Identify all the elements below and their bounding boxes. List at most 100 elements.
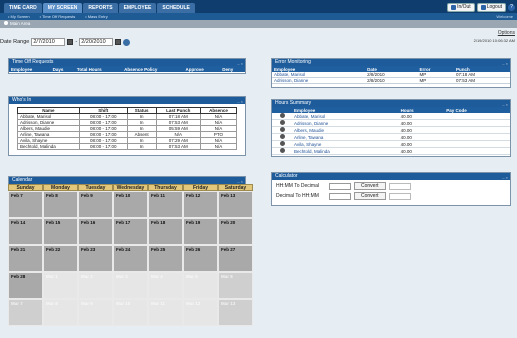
panel-title: Calculator bbox=[275, 173, 298, 179]
cell: 40.00 bbox=[398, 126, 445, 134]
subnav-time-off-requests[interactable]: • Time Off Requests bbox=[40, 14, 76, 19]
top-buttons: In/Out Logout ? bbox=[447, 3, 515, 12]
collapse-icon[interactable]: – × bbox=[502, 101, 508, 108]
collapse-icon[interactable]: – × bbox=[502, 174, 508, 181]
calendar-day[interactable]: Mar 4 bbox=[148, 272, 183, 299]
start-date-input[interactable]: 2/7/2010 bbox=[31, 38, 66, 46]
collapse-icon[interactable]: – × bbox=[237, 98, 243, 105]
calendar-day[interactable]: Mar 10 bbox=[113, 299, 148, 326]
employee-link[interactable]: Albers, Maudie bbox=[292, 126, 399, 134]
panel-title: Error Monitoring bbox=[275, 59, 311, 65]
cell: N/A bbox=[199, 143, 238, 150]
calendar-day[interactable]: Mar 5 bbox=[183, 272, 218, 299]
subnav-my-screen[interactable]: • My Screen bbox=[8, 14, 30, 19]
calendar-day[interactable]: Mar 3 bbox=[113, 272, 148, 299]
logout-label: Logout bbox=[486, 4, 502, 10]
calendar-day[interactable]: Feb 24 bbox=[113, 245, 148, 272]
calendar-icon[interactable] bbox=[67, 39, 74, 45]
calendar-day[interactable]: Feb 22 bbox=[43, 245, 78, 272]
expand-icon[interactable] bbox=[279, 113, 285, 118]
table-row[interactable]: Bechtold, Malinda 40.00 bbox=[272, 147, 510, 155]
time-off-table: Employee Days Total Hours Absence Policy… bbox=[9, 66, 245, 72]
calendar-day[interactable]: Mar 11 bbox=[148, 299, 183, 326]
calendar-day[interactable]: Feb 14 bbox=[8, 218, 43, 245]
col-days[interactable]: Days bbox=[50, 66, 75, 72]
end-date-input[interactable]: 2/20/2010 bbox=[79, 38, 114, 46]
calendar-day[interactable]: Feb 18 bbox=[148, 218, 183, 245]
date-separator: - bbox=[75, 39, 78, 45]
calendar-day[interactable]: Feb 11 bbox=[148, 191, 183, 218]
calendar-day[interactable]: Feb 12 bbox=[183, 191, 218, 218]
table-row[interactable]: Albers, Maudie 40.00 bbox=[272, 126, 510, 134]
cell: 40.00 bbox=[398, 119, 445, 127]
calendar-day[interactable]: Feb 25 bbox=[148, 245, 183, 272]
table-row[interactable]: Adrisson, Dianne 2/8/2010 MP 07:53 AM bbox=[272, 77, 510, 85]
options-link[interactable]: Options bbox=[498, 30, 515, 36]
col-total-hours[interactable]: Total Hours bbox=[74, 66, 123, 72]
calendar-day[interactable]: Feb 19 bbox=[183, 218, 218, 245]
col-approve[interactable]: Approve bbox=[183, 66, 221, 72]
in-out-button[interactable]: In/Out bbox=[447, 3, 475, 12]
calendar-day[interactable]: Feb 20 bbox=[218, 218, 253, 245]
calendar-icon[interactable] bbox=[115, 39, 122, 45]
calendar-day[interactable]: Feb 26 bbox=[183, 245, 218, 272]
calendar-day[interactable]: Feb 8 bbox=[43, 191, 78, 218]
calendar-day[interactable]: Feb 17 bbox=[113, 218, 148, 245]
table-row[interactable]: Avila, Shayne 40.00 bbox=[272, 140, 510, 148]
calendar-day[interactable]: Mar 8 bbox=[43, 299, 78, 326]
expand-icon[interactable] bbox=[279, 134, 285, 139]
calendar-day[interactable]: Mar 2 bbox=[78, 272, 113, 299]
calendar-day[interactable]: Feb 27 bbox=[218, 245, 253, 272]
collapse-icon[interactable]: – × bbox=[237, 60, 243, 67]
calendar-day[interactable]: Feb 10 bbox=[113, 191, 148, 218]
tab-reports[interactable]: REPORTS bbox=[83, 3, 118, 13]
decimal-input[interactable] bbox=[329, 192, 351, 200]
panel-title: Hours Summary bbox=[275, 100, 312, 106]
refresh-icon[interactable] bbox=[123, 38, 131, 46]
employee-link[interactable]: Adrisson, Dianne bbox=[292, 119, 399, 127]
calendar-day[interactable]: Feb 13 bbox=[218, 191, 253, 218]
calendar-day[interactable]: Mar 9 bbox=[78, 299, 113, 326]
time-off-requests-panel: Time Off Requests – × Employee Days Total… bbox=[8, 58, 246, 74]
calendar-day[interactable]: Feb 23 bbox=[78, 245, 113, 272]
table-row: Bechtold, Malinda 08:00 - 17:00 In 07:53 AM… bbox=[17, 143, 238, 150]
subnav-mass-entry[interactable]: • Mass Entry bbox=[85, 14, 108, 19]
expand-icon[interactable] bbox=[279, 141, 285, 146]
calendar-day[interactable]: Feb 28 bbox=[8, 272, 43, 299]
employee-link[interactable]: Bechtold, Malinda bbox=[292, 147, 399, 155]
logout-button[interactable]: Logout bbox=[476, 3, 506, 12]
table-row[interactable]: Adrisson, Dianne 40.00 bbox=[272, 119, 510, 127]
calendar-day[interactable]: Mar 1 bbox=[43, 272, 78, 299]
calendar-day[interactable]: Mar 12 bbox=[183, 299, 218, 326]
sub-nav: • My Screen • Time Off Requests • Mass E… bbox=[0, 13, 517, 20]
calendar-day[interactable]: Feb 16 bbox=[78, 218, 113, 245]
calendar-day[interactable]: Feb 21 bbox=[8, 245, 43, 272]
day-header: Friday bbox=[183, 184, 218, 191]
hhmm-input[interactable] bbox=[329, 182, 351, 190]
calendar-day[interactable]: Feb 7 bbox=[8, 191, 43, 218]
calendar-day[interactable]: Mar 7 bbox=[8, 299, 43, 326]
expand-icon[interactable] bbox=[279, 127, 285, 132]
tab-time-card[interactable]: TIME CARD bbox=[4, 3, 42, 13]
tab-employee[interactable]: EMPLOYEE bbox=[118, 3, 157, 13]
convert-button[interactable]: Convert bbox=[354, 192, 386, 200]
help-icon[interactable]: ? bbox=[508, 4, 515, 11]
employee-link[interactable]: Adrisson, Dianne bbox=[272, 77, 366, 85]
col-absence-policy[interactable]: Absence Policy bbox=[122, 66, 184, 72]
expand-icon[interactable] bbox=[279, 148, 285, 153]
col-employee[interactable]: Employee bbox=[9, 66, 51, 72]
employee-link[interactable]: Avila, Shayne bbox=[292, 140, 399, 148]
tab-my-screen[interactable]: MY SCREEN bbox=[42, 3, 83, 13]
table-row[interactable]: Arline, Tawana 40.00 bbox=[272, 133, 510, 141]
employee-link[interactable]: Arline, Tawana bbox=[292, 133, 399, 141]
calendar-day[interactable]: Mar 6 bbox=[218, 272, 253, 299]
collapse-icon[interactable]: – × bbox=[237, 178, 243, 185]
expand-icon[interactable] bbox=[279, 120, 285, 125]
calendar-day[interactable]: Mar 13 bbox=[218, 299, 253, 326]
calendar-day[interactable]: Feb 15 bbox=[43, 218, 78, 245]
hhmm-to-decimal-label: HH:MM To Decimal bbox=[276, 183, 319, 189]
collapse-icon[interactable]: – × bbox=[502, 60, 508, 67]
tab-schedule[interactable]: SCHEDULE bbox=[157, 3, 195, 13]
convert-button[interactable]: Convert bbox=[354, 182, 386, 190]
calendar-day[interactable]: Feb 9 bbox=[78, 191, 113, 218]
